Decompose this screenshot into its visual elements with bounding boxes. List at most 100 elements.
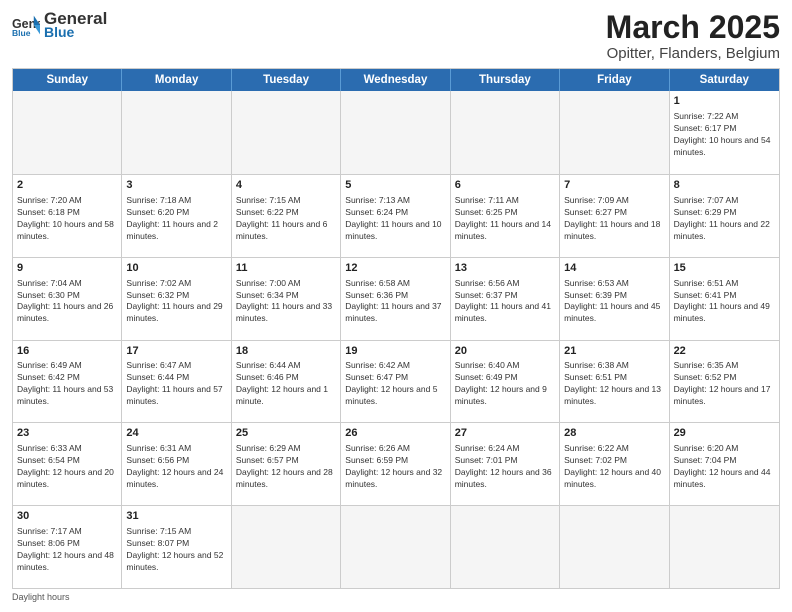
day-cell-19: 19Sunrise: 6:42 AM Sunset: 6:47 PM Dayli… [341,341,450,423]
cell-info: Sunrise: 6:26 AM Sunset: 6:59 PM Dayligh… [345,443,445,491]
empty-cell [451,91,560,174]
day-number: 22 [674,344,775,359]
cell-info: Sunrise: 7:15 AM Sunset: 6:22 PM Dayligh… [236,195,336,243]
cell-info: Sunrise: 6:58 AM Sunset: 6:36 PM Dayligh… [345,278,445,326]
day-cell-10: 10Sunrise: 7:02 AM Sunset: 6:32 PM Dayli… [122,258,231,340]
day-cell-20: 20Sunrise: 6:40 AM Sunset: 6:49 PM Dayli… [451,341,560,423]
empty-cell [341,506,450,588]
header-day-saturday: Saturday [670,69,779,91]
calendar: SundayMondayTuesdayWednesdayThursdayFrid… [12,68,780,589]
cell-info: Sunrise: 7:22 AM Sunset: 6:17 PM Dayligh… [674,111,775,159]
day-cell-24: 24Sunrise: 6:31 AM Sunset: 6:56 PM Dayli… [122,423,231,505]
day-number: 5 [345,178,445,193]
day-number: 21 [564,344,664,359]
cell-info: Sunrise: 6:22 AM Sunset: 7:02 PM Dayligh… [564,443,664,491]
cell-info: Sunrise: 6:29 AM Sunset: 6:57 PM Dayligh… [236,443,336,491]
header-day-friday: Friday [560,69,669,91]
day-cell-16: 16Sunrise: 6:49 AM Sunset: 6:42 PM Dayli… [13,341,122,423]
empty-cell [13,91,122,174]
empty-cell [232,506,341,588]
page: General Blue General Blue March 2025 Opi… [0,0,792,612]
day-number: 23 [17,426,117,441]
day-cell-13: 13Sunrise: 6:56 AM Sunset: 6:37 PM Dayli… [451,258,560,340]
day-number: 9 [17,261,117,276]
cell-info: Sunrise: 6:20 AM Sunset: 7:04 PM Dayligh… [674,443,775,491]
day-cell-12: 12Sunrise: 6:58 AM Sunset: 6:36 PM Dayli… [341,258,450,340]
cell-info: Sunrise: 6:42 AM Sunset: 6:47 PM Dayligh… [345,360,445,408]
day-number: 27 [455,426,555,441]
day-cell-31: 31 Sunrise: 7:15 AM Sunset: 8:07 PM Dayli… [122,506,231,588]
day-number: 17 [126,344,226,359]
cell-info: Sunrise: 6:53 AM Sunset: 6:39 PM Dayligh… [564,278,664,326]
logo: General Blue General Blue [12,10,107,39]
day-number: 20 [455,344,555,359]
cell-info: Sunrise: 6:44 AM Sunset: 6:46 PM Dayligh… [236,360,336,408]
cell-info: Sunrise: 6:47 AM Sunset: 6:44 PM Dayligh… [126,360,226,408]
day-number: 10 [126,261,226,276]
empty-cell [232,91,341,174]
day-number: 31 [126,509,226,524]
day-number: 25 [236,426,336,441]
day-number: 4 [236,178,336,193]
cell-info: Sunrise: 6:38 AM Sunset: 6:51 PM Dayligh… [564,360,664,408]
empty-cell [560,91,669,174]
day-number: 30 [17,509,117,524]
cell-info: Sunrise: 7:09 AM Sunset: 6:27 PM Dayligh… [564,195,664,243]
empty-cell [670,506,779,588]
cell-info: Sunrise: 6:35 AM Sunset: 6:52 PM Dayligh… [674,360,775,408]
day-number: 7 [564,178,664,193]
day-cell-15: 15Sunrise: 6:51 AM Sunset: 6:41 PM Dayli… [670,258,779,340]
cell-info: Sunrise: 6:24 AM Sunset: 7:01 PM Dayligh… [455,443,555,491]
cell-info: Sunrise: 7:17 AM Sunset: 8:06 PM Dayligh… [17,526,117,574]
cell-info: Sunrise: 6:33 AM Sunset: 6:54 PM Dayligh… [17,443,117,491]
cell-info: Sunrise: 7:20 AM Sunset: 6:18 PM Dayligh… [17,195,117,243]
day-cell-18: 18Sunrise: 6:44 AM Sunset: 6:46 PM Dayli… [232,341,341,423]
day-cell-9: 9 Sunrise: 7:04 AM Sunset: 6:30 PM Daylig… [13,258,122,340]
month-title: March 2025 [606,10,780,45]
calendar-header: SundayMondayTuesdayWednesdayThursdayFrid… [13,69,779,91]
calendar-row-0: 1Sunrise: 7:22 AM Sunset: 6:17 PM Daylig… [13,91,779,174]
calendar-row-1: 2 Sunrise: 7:20 AM Sunset: 6:18 PM Daylig… [13,174,779,257]
day-number: 8 [674,178,775,193]
cell-info: Sunrise: 6:31 AM Sunset: 6:56 PM Dayligh… [126,443,226,491]
day-number: 3 [126,178,226,193]
cell-info: Sunrise: 7:04 AM Sunset: 6:30 PM Dayligh… [17,278,117,326]
footer-note: Daylight hours [12,592,780,602]
day-number: 6 [455,178,555,193]
day-cell-22: 22Sunrise: 6:35 AM Sunset: 6:52 PM Dayli… [670,341,779,423]
day-cell-3: 3Sunrise: 7:18 AM Sunset: 6:20 PM Daylig… [122,175,231,257]
cell-info: Sunrise: 6:51 AM Sunset: 6:41 PM Dayligh… [674,278,775,326]
title-block: March 2025 Opitter, Flanders, Belgium [606,10,780,62]
logo-icon: General Blue [12,14,40,36]
cell-info: Sunrise: 7:15 AM Sunset: 8:07 PM Dayligh… [126,526,226,574]
cell-info: Sunrise: 7:00 AM Sunset: 6:34 PM Dayligh… [236,278,336,326]
header-day-monday: Monday [122,69,231,91]
day-number: 29 [674,426,775,441]
logo-blue: Blue [44,25,107,39]
header: General Blue General Blue March 2025 Opi… [12,10,780,62]
day-cell-30: 30 Sunrise: 7:17 AM Sunset: 8:06 PM Dayli… [13,506,122,588]
empty-cell [122,91,231,174]
svg-text:Blue: Blue [12,27,31,35]
calendar-row-2: 9 Sunrise: 7:04 AM Sunset: 6:30 PM Daylig… [13,257,779,340]
day-cell-23: 23 Sunrise: 6:33 AM Sunset: 6:54 PM Dayli… [13,423,122,505]
day-cell-29: 29 Sunrise: 6:20 AM Sunset: 7:04 PM Dayli… [670,423,779,505]
cell-info: Sunrise: 6:49 AM Sunset: 6:42 PM Dayligh… [17,360,117,408]
day-cell-28: 28 Sunrise: 6:22 AM Sunset: 7:02 PM Dayli… [560,423,669,505]
cell-info: Sunrise: 7:13 AM Sunset: 6:24 PM Dayligh… [345,195,445,243]
day-number: 2 [17,178,117,193]
cell-info: Sunrise: 7:07 AM Sunset: 6:29 PM Dayligh… [674,195,775,243]
day-cell-6: 6Sunrise: 7:11 AM Sunset: 6:25 PM Daylig… [451,175,560,257]
day-cell-21: 21Sunrise: 6:38 AM Sunset: 6:51 PM Dayli… [560,341,669,423]
day-cell-1: 1Sunrise: 7:22 AM Sunset: 6:17 PM Daylig… [670,91,779,174]
day-cell-2: 2 Sunrise: 7:20 AM Sunset: 6:18 PM Daylig… [13,175,122,257]
day-cell-5: 5 Sunrise: 7:13 AM Sunset: 6:24 PM Daylig… [341,175,450,257]
day-number: 28 [564,426,664,441]
empty-cell [560,506,669,588]
calendar-row-4: 23 Sunrise: 6:33 AM Sunset: 6:54 PM Dayli… [13,422,779,505]
day-number: 14 [564,261,664,276]
day-number: 18 [236,344,336,359]
day-cell-11: 11 Sunrise: 7:00 AM Sunset: 6:34 PM Dayli… [232,258,341,340]
day-number: 11 [236,261,336,276]
day-number: 19 [345,344,445,359]
